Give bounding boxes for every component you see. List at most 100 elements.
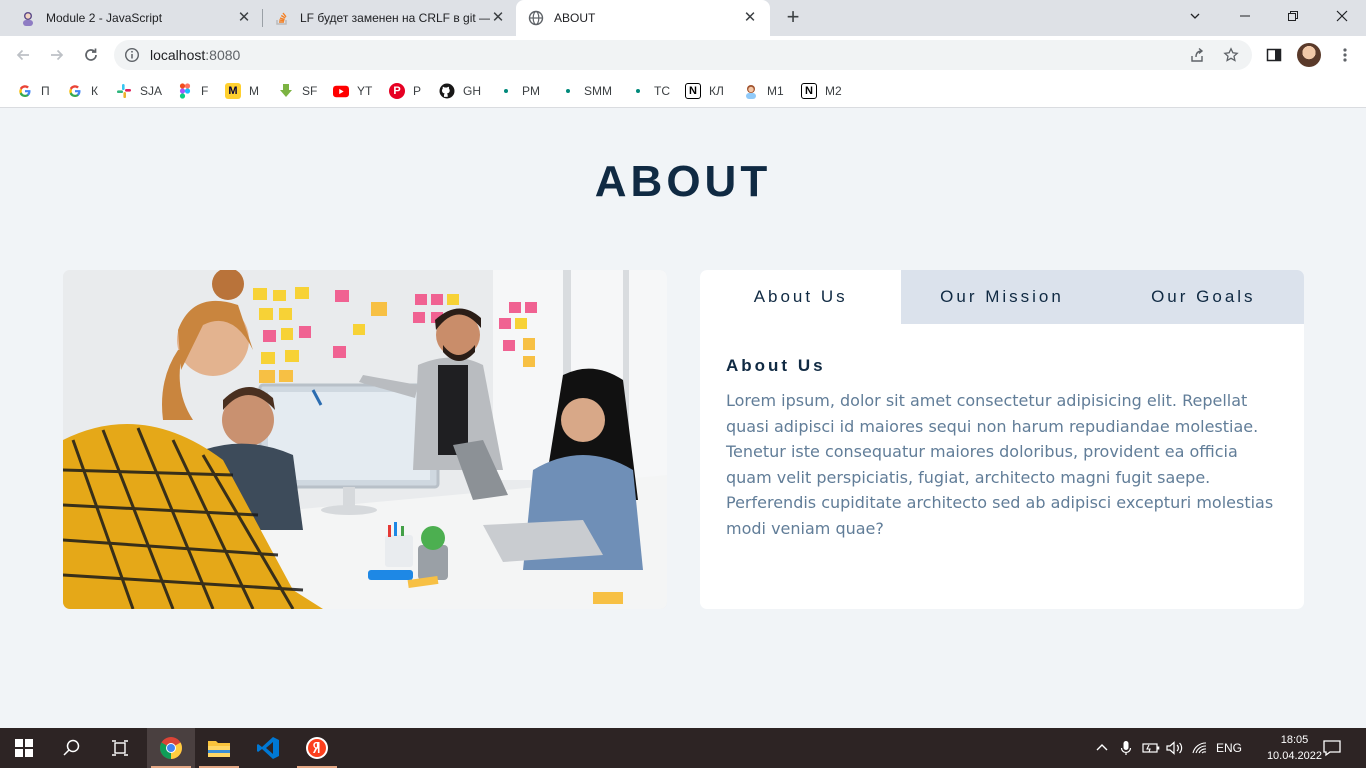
- taskbar-vscode[interactable]: [244, 728, 292, 768]
- url-text: localhost:8080: [150, 47, 240, 63]
- restore-icon: [1288, 11, 1298, 21]
- yandex-browser-icon: [306, 737, 328, 759]
- github-icon: [439, 83, 455, 99]
- bookmark-label: TC: [654, 84, 670, 98]
- browser-tab-about[interactable]: ABOUT ✕: [516, 0, 770, 36]
- bookmark-label: M1: [767, 84, 784, 98]
- tab-separator: [262, 9, 263, 27]
- chevron-down-icon: [1190, 13, 1200, 19]
- slack-icon: [116, 83, 132, 99]
- tab-title: LF будет заменен на CRLF в git — ч: [300, 11, 490, 25]
- new-tab-button[interactable]: +: [782, 6, 804, 28]
- tab-content: About Us Lorem ipsum, dolor sit amet con…: [700, 324, 1304, 541]
- task-view-button[interactable]: [96, 728, 144, 768]
- start-button[interactable]: [0, 728, 48, 768]
- restore-button[interactable]: [1270, 0, 1316, 32]
- bookmark-label: F: [201, 84, 209, 98]
- info-icon[interactable]: [124, 47, 140, 68]
- bookmark-item[interactable]: TC: [630, 81, 670, 101]
- bookmark-item[interactable]: П: [17, 81, 50, 101]
- tab-our-goals[interactable]: Our Goals: [1103, 270, 1304, 324]
- search-button[interactable]: [48, 728, 96, 768]
- google-icon: [17, 83, 33, 99]
- bookmark-item[interactable]: M1: [743, 81, 784, 101]
- forward-button[interactable]: [46, 44, 68, 66]
- taskbar-file-explorer[interactable]: [195, 728, 243, 768]
- about-tabs-card: About Us Our Mission Our Goals About Us …: [700, 270, 1304, 609]
- youtube-icon: [333, 83, 349, 99]
- bookmark-item[interactable]: SF: [278, 81, 317, 101]
- bookmark-item[interactable]: F: [177, 81, 208, 101]
- minimize-button[interactable]: [1222, 0, 1268, 32]
- bookmark-item[interactable]: YT: [333, 81, 372, 101]
- show-hidden-icons[interactable]: [1095, 728, 1109, 768]
- bookmark-label: SF: [302, 84, 318, 98]
- star-icon[interactable]: [1222, 46, 1240, 64]
- bookmark-label: КЛ: [709, 84, 724, 98]
- browser-toolbar: localhost:8080: [0, 36, 1366, 74]
- bookmark-item[interactable]: PM: [498, 81, 540, 101]
- task-view-icon: [112, 740, 128, 756]
- bookmark-item[interactable]: N M2: [801, 81, 842, 101]
- share-icon[interactable]: [1188, 46, 1206, 64]
- notification-icon: [1323, 740, 1341, 757]
- bookmark-item[interactable]: GH: [439, 81, 481, 101]
- microphone-icon[interactable]: [1120, 728, 1132, 768]
- chevron-up-icon: [1096, 744, 1108, 751]
- arrow-right-icon: [51, 49, 64, 61]
- close-tab-icon[interactable]: ✕: [742, 10, 758, 26]
- bookmark-item[interactable]: К: [67, 81, 98, 101]
- language-indicator[interactable]: ENG: [1216, 728, 1242, 768]
- page-content: ABOUT About Us Our Mission Our Goals Abo…: [0, 109, 1366, 728]
- profile-avatar[interactable]: [1297, 43, 1321, 67]
- battery-icon[interactable]: [1142, 728, 1160, 768]
- bookmark-label: M2: [825, 84, 842, 98]
- tab-about-us[interactable]: About Us: [700, 270, 902, 324]
- avatar-icon: [743, 83, 759, 99]
- bookmark-item[interactable]: N КЛ: [685, 81, 724, 101]
- reload-button[interactable]: [80, 44, 102, 66]
- bookmark-item[interactable]: M M: [225, 81, 259, 101]
- bookmark-item[interactable]: SJA: [116, 81, 162, 101]
- volume-icon[interactable]: [1166, 728, 1184, 768]
- close-window-button[interactable]: [1319, 0, 1365, 32]
- url-host: localhost: [150, 47, 206, 63]
- close-tab-icon[interactable]: ✕: [490, 10, 506, 26]
- browser-tab-module2[interactable]: Module 2 - JavaScript ✕: [12, 0, 260, 36]
- address-bar[interactable]: localhost:8080: [114, 40, 1252, 70]
- close-tab-icon[interactable]: ✕: [236, 10, 252, 26]
- tab-search-button[interactable]: [1172, 0, 1218, 32]
- pinterest-icon: P: [389, 83, 405, 99]
- browser-tab-stackoverflow[interactable]: LF будет заменен на CRLF в git — ч ✕: [266, 0, 514, 36]
- wifi-icon[interactable]: [1192, 728, 1208, 768]
- notifications-button[interactable]: [1323, 728, 1341, 768]
- bookmark-label: M: [249, 84, 259, 98]
- dot-icon: [498, 83, 514, 99]
- bookmark-label: SMM: [584, 84, 612, 98]
- globe-icon: [528, 10, 544, 26]
- bookmark-label: GH: [463, 84, 481, 98]
- bookmark-label: SJA: [140, 84, 163, 98]
- tab-our-mission[interactable]: Our Mission: [901, 270, 1102, 324]
- taskbar-yandex[interactable]: [293, 728, 341, 768]
- bookmark-item[interactable]: SMM: [560, 81, 612, 101]
- tab-title: Module 2 - JavaScript: [46, 11, 163, 25]
- taskbar-chrome[interactable]: [147, 728, 195, 768]
- page-title: ABOUT: [594, 157, 772, 206]
- tab-content-heading: About Us: [726, 356, 826, 375]
- chrome-icon: [160, 737, 182, 759]
- windows-logo-icon: [15, 739, 33, 757]
- side-panel-icon[interactable]: [1265, 46, 1283, 64]
- download-icon: [278, 83, 294, 99]
- tab-bar: About Us Our Mission Our Goals: [700, 270, 1304, 324]
- taskbar-clock[interactable]: 18:05 10.04.2022: [1267, 732, 1322, 764]
- more-menu-icon[interactable]: [1336, 46, 1354, 64]
- reload-icon: [85, 48, 97, 61]
- bookmark-item[interactable]: P P: [389, 81, 421, 101]
- folder-icon: [208, 741, 230, 757]
- notion-icon: N: [801, 83, 817, 99]
- back-button[interactable]: [12, 44, 34, 66]
- bookmark-label: К: [91, 84, 98, 98]
- avatar-icon: [20, 10, 36, 26]
- clock-time: 18:05: [1280, 734, 1309, 746]
